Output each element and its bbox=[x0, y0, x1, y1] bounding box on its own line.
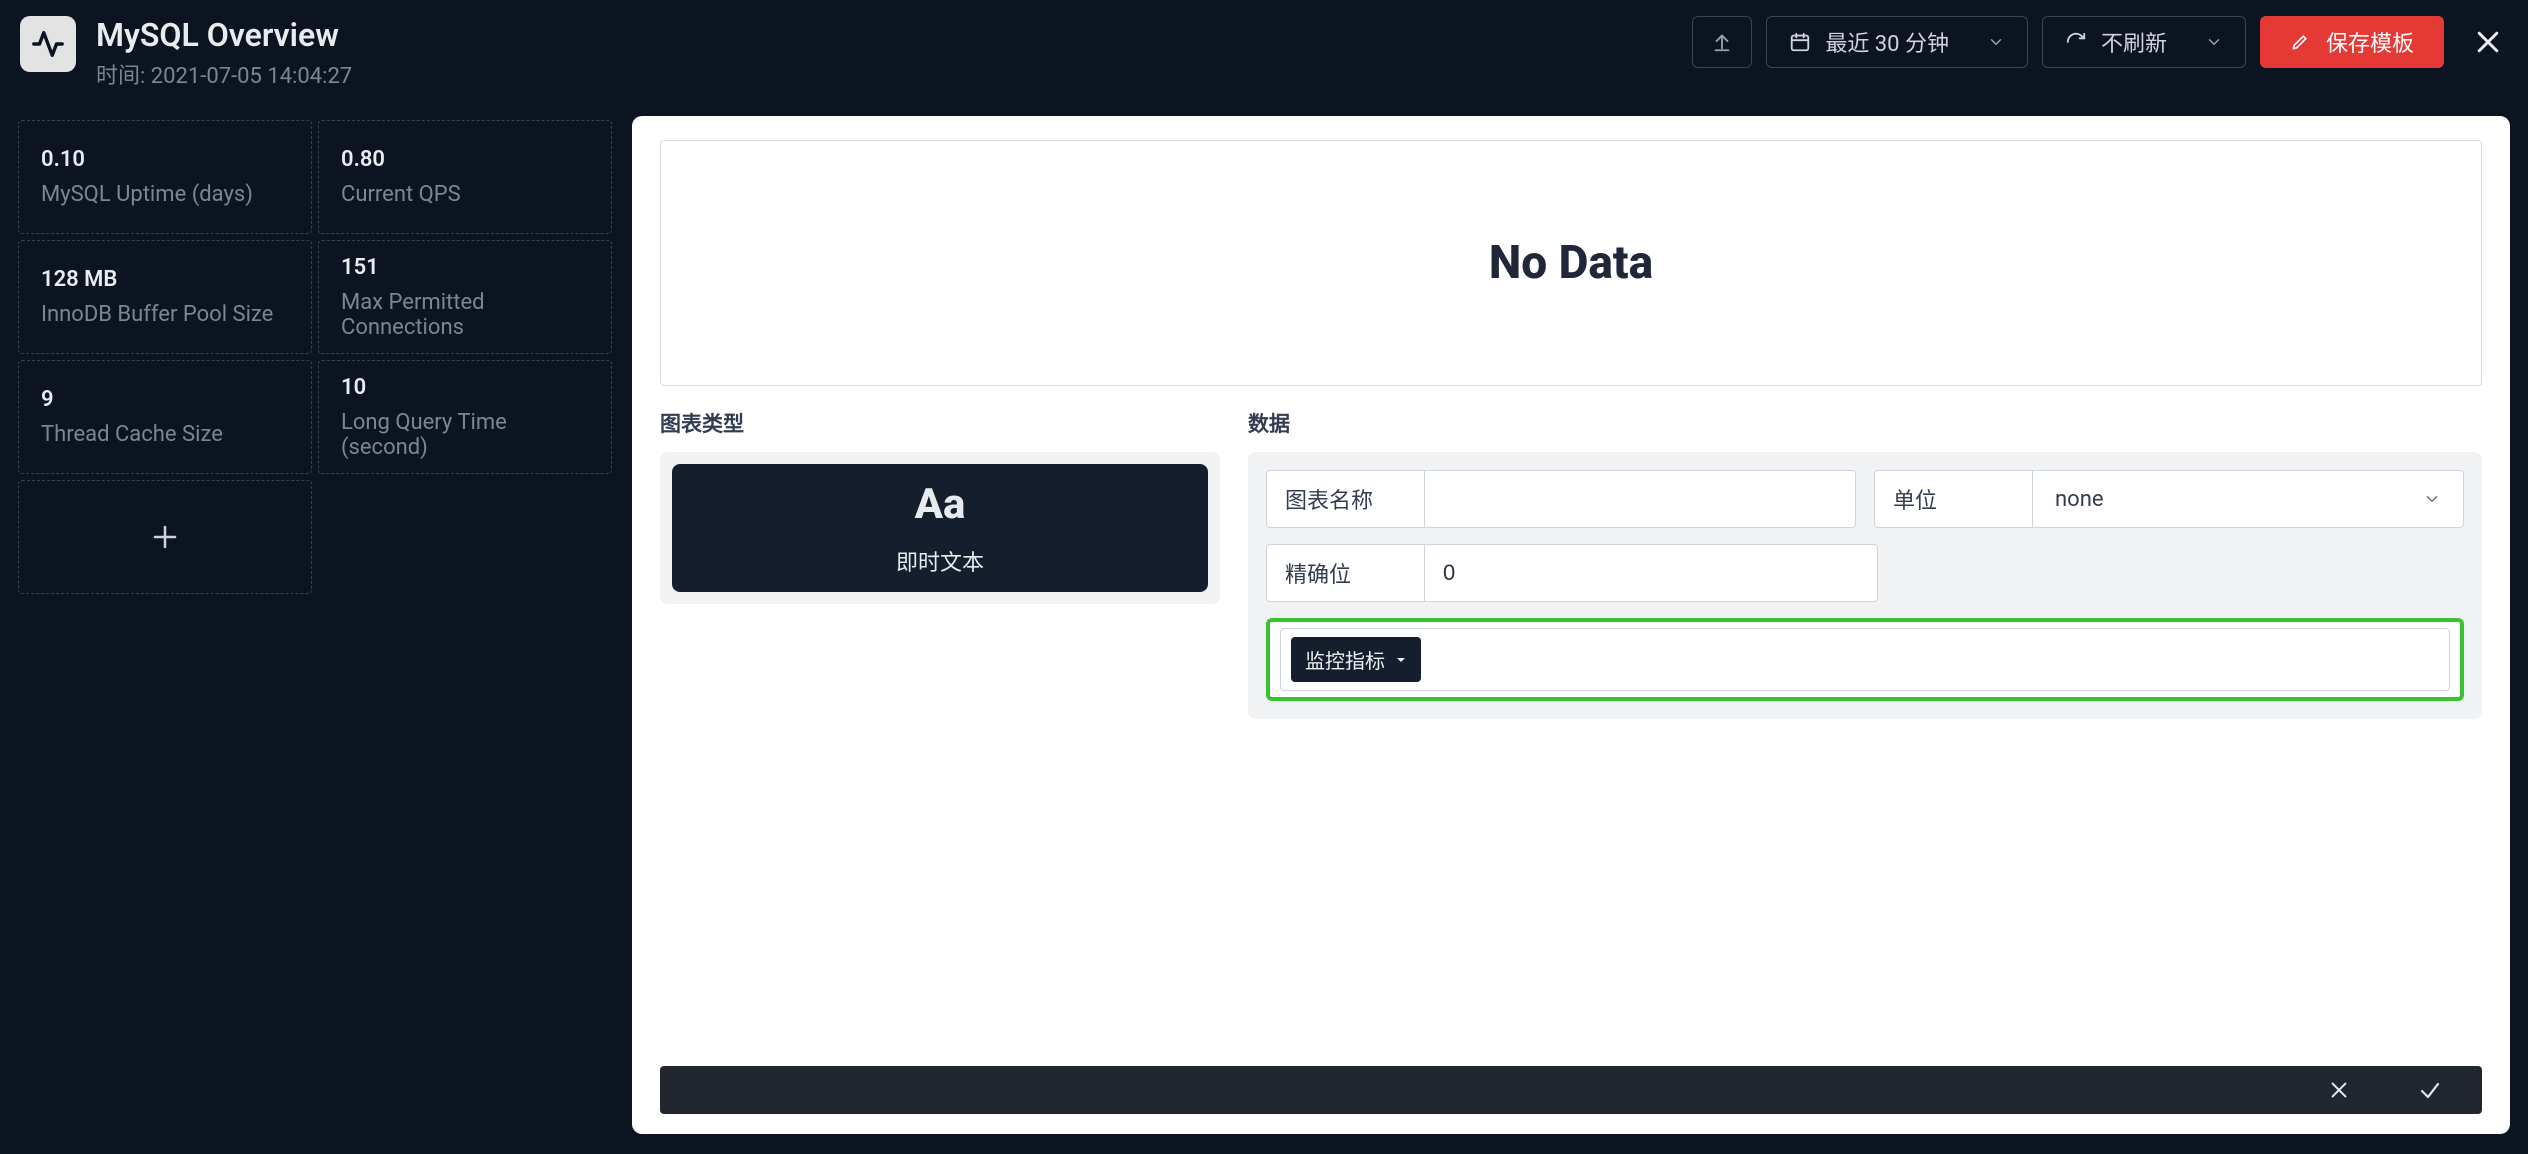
add-tile-button[interactable] bbox=[18, 480, 312, 594]
metric-value: 151 bbox=[341, 255, 589, 280]
upload-icon bbox=[1711, 31, 1733, 53]
no-data-label: No Data bbox=[1489, 236, 1653, 290]
metric-label: Max Permitted Connections bbox=[341, 290, 589, 340]
metric-value: 9 bbox=[41, 387, 289, 412]
section-title-data: 数据 bbox=[1248, 408, 2482, 438]
chevron-down-icon bbox=[1987, 33, 2005, 51]
metric-row-highlighted: 监控指标 bbox=[1266, 618, 2464, 701]
timestamp: 时间: 2021-07-05 14:04:27 bbox=[96, 58, 352, 90]
metric-tile[interactable]: 0.10 MySQL Uptime (days) bbox=[18, 120, 312, 234]
save-template-button[interactable]: 保存模板 bbox=[2260, 16, 2444, 68]
editor-footer bbox=[660, 1066, 2482, 1114]
metric-tile[interactable]: 9 Thread Cache Size bbox=[18, 360, 312, 474]
upload-button[interactable] bbox=[1692, 16, 1752, 68]
metric-value: 0.80 bbox=[341, 147, 589, 172]
timestamp-value: 2021-07-05 14:04:27 bbox=[151, 64, 352, 89]
metric-value: 0.10 bbox=[41, 147, 289, 172]
text-icon: Aa bbox=[915, 480, 966, 529]
metric-input[interactable]: 监控指标 bbox=[1280, 628, 2450, 691]
plus-icon bbox=[150, 522, 180, 552]
metric-chip[interactable]: 监控指标 bbox=[1291, 637, 1421, 682]
timerange-dropdown[interactable]: 最近 30 分钟 bbox=[1766, 16, 2028, 68]
chart-preview: No Data bbox=[660, 140, 2482, 386]
header-right: 最近 30 分钟 不刷新 保存模板 bbox=[1692, 16, 2508, 68]
metric-tile[interactable]: 10 Long Query Time (second) bbox=[318, 360, 612, 474]
chart-name-input[interactable] bbox=[1425, 471, 1855, 527]
section-title-chart-type: 图表类型 bbox=[660, 408, 1220, 438]
data-section: 数据 图表名称 单位 none bbox=[1248, 408, 2482, 719]
metric-tile[interactable]: 128 MB InnoDB Buffer Pool Size bbox=[18, 240, 312, 354]
data-form: 图表名称 单位 none 精确位 bbox=[1248, 452, 2482, 719]
calendar-icon bbox=[1789, 31, 1811, 53]
precision-label: 精确位 bbox=[1267, 545, 1425, 601]
pulse-icon bbox=[31, 27, 65, 61]
metric-value: 128 MB bbox=[41, 267, 289, 292]
unit-label: 单位 bbox=[1875, 471, 2033, 527]
metric-label: MySQL Uptime (days) bbox=[41, 182, 289, 207]
unit-group: 单位 none bbox=[1874, 470, 2464, 528]
metric-tile[interactable]: 151 Max Permitted Connections bbox=[318, 240, 612, 354]
timerange-label: 最近 30 分钟 bbox=[1825, 26, 1949, 58]
form-row: 精确位 bbox=[1266, 544, 2464, 602]
dashboard-logo bbox=[20, 16, 76, 72]
chart-type-option-instant-text[interactable]: Aa 即时文本 bbox=[672, 464, 1208, 592]
refresh-icon bbox=[2065, 31, 2087, 53]
unit-select[interactable]: none bbox=[2033, 471, 2463, 527]
chevron-down-icon bbox=[2423, 490, 2441, 508]
close-icon bbox=[2473, 27, 2503, 57]
close-icon bbox=[2328, 1079, 2350, 1101]
chart-editor-panel: No Data 图表类型 Aa 即时文本 数据 图表名称 bbox=[632, 116, 2510, 1134]
refresh-label: 不刷新 bbox=[2101, 26, 2167, 58]
chart-type-option-label: 即时文本 bbox=[896, 545, 984, 577]
metric-value: 10 bbox=[341, 375, 589, 400]
metric-label: InnoDB Buffer Pool Size bbox=[41, 302, 289, 327]
caret-down-icon bbox=[1395, 654, 1407, 666]
check-icon bbox=[2418, 1078, 2442, 1102]
title-block: MySQL Overview 时间: 2021-07-05 14:04:27 bbox=[96, 16, 352, 90]
form-row: 图表名称 单位 none bbox=[1266, 470, 2464, 528]
refresh-dropdown[interactable]: 不刷新 bbox=[2042, 16, 2246, 68]
chevron-down-icon bbox=[2205, 33, 2223, 51]
cancel-button[interactable] bbox=[2328, 1079, 2350, 1101]
metric-label: Current QPS bbox=[341, 182, 589, 207]
chart-type-section: 图表类型 Aa 即时文本 bbox=[660, 408, 1220, 604]
header-left: MySQL Overview 时间: 2021-07-05 14:04:27 bbox=[20, 16, 352, 90]
header: MySQL Overview 时间: 2021-07-05 14:04:27 最… bbox=[0, 0, 2528, 100]
unit-value: none bbox=[2055, 487, 2104, 512]
save-label: 保存模板 bbox=[2326, 26, 2414, 58]
precision-group: 精确位 bbox=[1266, 544, 1878, 602]
confirm-button[interactable] bbox=[2418, 1078, 2442, 1102]
chart-name-label: 图表名称 bbox=[1267, 471, 1425, 527]
metric-chip-label: 监控指标 bbox=[1305, 645, 1385, 674]
chart-name-group: 图表名称 bbox=[1266, 470, 1856, 528]
chart-type-list: Aa 即时文本 bbox=[660, 452, 1220, 604]
close-button[interactable] bbox=[2468, 22, 2508, 62]
metric-label: Thread Cache Size bbox=[41, 422, 289, 447]
precision-input[interactable] bbox=[1425, 545, 1877, 601]
metric-tile[interactable]: 0.80 Current QPS bbox=[318, 120, 612, 234]
timestamp-prefix: 时间: bbox=[96, 64, 151, 89]
page-title: MySQL Overview bbox=[96, 16, 352, 54]
pencil-icon bbox=[2290, 32, 2310, 52]
metric-label: Long Query Time (second) bbox=[341, 410, 589, 460]
editor-body: 图表类型 Aa 即时文本 数据 图表名称 bbox=[660, 408, 2482, 719]
metric-tile-grid: 0.10 MySQL Uptime (days) 0.80 Current QP… bbox=[18, 120, 612, 594]
